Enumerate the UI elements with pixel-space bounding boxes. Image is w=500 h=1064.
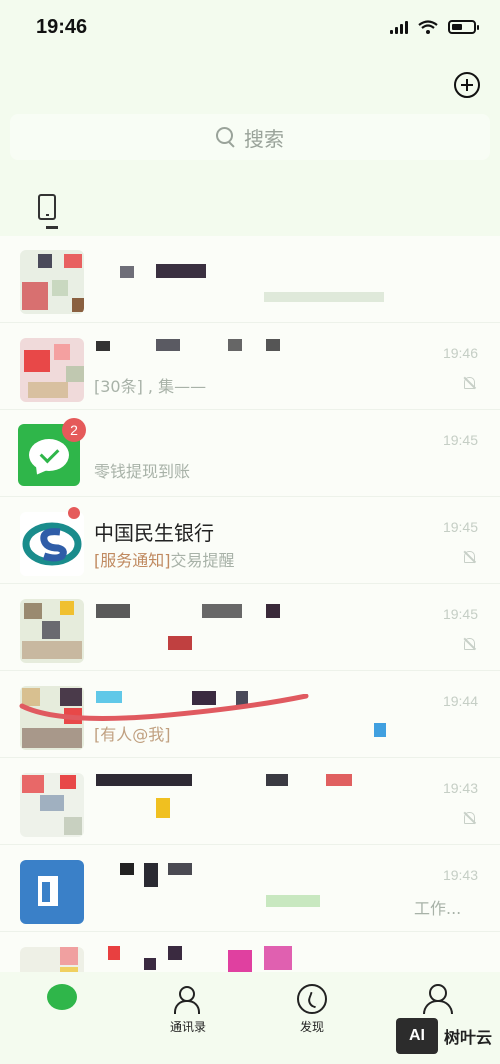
mosaic-block bbox=[264, 946, 292, 970]
mosaic-block bbox=[156, 264, 206, 278]
bank-logo-icon bbox=[22, 522, 82, 566]
mosaic-block bbox=[156, 798, 170, 818]
tab-discover[interactable]: 发现 bbox=[272, 984, 352, 1035]
mosaic-block bbox=[144, 863, 158, 887]
mosaic-block bbox=[168, 863, 192, 875]
chats-icon bbox=[47, 984, 77, 1010]
contacts-icon bbox=[173, 984, 203, 1014]
chat-time: 19:46 bbox=[442, 345, 478, 361]
chat-preview: 零钱提现到账 bbox=[94, 462, 191, 481]
mosaic-block bbox=[228, 339, 242, 351]
chat-row[interactable]: 19:43 bbox=[0, 758, 500, 845]
mosaic-block bbox=[120, 266, 134, 278]
status-time: 19:46 bbox=[36, 16, 88, 38]
battery-icon bbox=[448, 20, 479, 34]
mosaic-block bbox=[228, 950, 252, 972]
avatar bbox=[20, 947, 84, 972]
avatar bbox=[20, 599, 84, 663]
tab-label: 发现 bbox=[299, 1020, 324, 1034]
avatar bbox=[20, 250, 84, 314]
chat-row[interactable]: 中国民生银行 19:45 [服务通知]交易提醒 bbox=[0, 497, 500, 584]
mosaic-block bbox=[202, 604, 242, 618]
wifi-icon bbox=[418, 20, 438, 34]
chat-row[interactable]: 2 19:45 零钱提现到账 bbox=[0, 410, 500, 497]
chat-row[interactable] bbox=[0, 236, 500, 323]
mosaic-block bbox=[96, 774, 192, 786]
mosaic-block bbox=[108, 946, 120, 960]
tab-me[interactable] bbox=[396, 984, 476, 1014]
device-indicator bbox=[46, 226, 58, 229]
chat-preview: 交易提醒 bbox=[170, 551, 235, 570]
chat-name: 中国民生银行 bbox=[94, 521, 214, 545]
chat-preview: [30条] , 集—— bbox=[94, 377, 207, 396]
mosaic-block bbox=[96, 604, 130, 618]
mosaic-block bbox=[266, 774, 288, 786]
mute-icon bbox=[462, 636, 476, 652]
chat-preview: 工作... bbox=[414, 899, 462, 918]
mosaic-block bbox=[96, 341, 110, 351]
unread-badge: 2 bbox=[62, 418, 86, 442]
chat-row[interactable]: 19:43 工作... bbox=[0, 845, 500, 932]
add-button[interactable] bbox=[454, 72, 480, 98]
chat-time: 19:43 bbox=[442, 780, 478, 796]
wechat-pay-icon bbox=[29, 439, 69, 471]
unread-dot bbox=[68, 507, 80, 519]
avatar bbox=[20, 773, 84, 837]
red-underline-annotation bbox=[19, 694, 309, 721]
chat-preview-wrap: [服务通知]交易提醒 bbox=[94, 547, 235, 571]
bank-avatar bbox=[20, 512, 84, 576]
avatar bbox=[20, 338, 84, 402]
device-icon[interactable] bbox=[38, 194, 56, 220]
mosaic-block bbox=[266, 339, 280, 351]
mute-icon bbox=[462, 810, 476, 826]
chat-row[interactable]: 19:46 [30条] , 集—— bbox=[0, 323, 500, 410]
mosaic-block bbox=[266, 895, 320, 907]
search-label: 搜索 bbox=[244, 126, 284, 151]
chat-row[interactable]: 19:45 bbox=[0, 584, 500, 671]
mosaic-block bbox=[168, 636, 192, 650]
tab-bar: 通讯录 发现 AI 树叶云 bbox=[0, 972, 500, 1064]
chat-time: 19:45 bbox=[442, 432, 478, 448]
chat-time: 19:45 bbox=[442, 519, 478, 535]
mosaic-block bbox=[374, 723, 386, 737]
mosaic-block bbox=[266, 604, 280, 618]
search-bar[interactable]: 搜索 bbox=[10, 114, 490, 160]
discover-icon bbox=[297, 984, 327, 1014]
tab-label: 通讯录 bbox=[169, 1020, 206, 1034]
avatar bbox=[20, 860, 84, 924]
chat-time: 19:44 bbox=[442, 693, 478, 709]
mute-icon bbox=[462, 375, 476, 391]
me-icon bbox=[421, 984, 453, 1014]
mosaic-block bbox=[168, 946, 182, 960]
watermark-logo: AI bbox=[395, 1018, 438, 1054]
mute-icon bbox=[462, 549, 476, 565]
chat-time: 19:43 bbox=[442, 867, 478, 883]
mosaic-block bbox=[326, 774, 352, 786]
mosaic-block bbox=[144, 958, 156, 970]
chat-row[interactable] bbox=[0, 932, 500, 972]
mosaic-block bbox=[156, 339, 180, 351]
tab-chats[interactable] bbox=[22, 984, 102, 1010]
service-tag: [服务通知] bbox=[94, 551, 171, 570]
watermark-text: 树叶云 bbox=[443, 1028, 492, 1047]
chat-list: 19:46 [30条] , 集—— 2 19:45 零钱提现到账 中国民生银行 … bbox=[0, 236, 500, 972]
mosaic-block bbox=[120, 863, 134, 875]
status-bar: 19:46 bbox=[0, 0, 500, 60]
search-icon bbox=[216, 127, 236, 147]
watermark: AI 树叶云 bbox=[395, 1018, 492, 1054]
signal-icon bbox=[390, 20, 408, 34]
status-icons bbox=[390, 20, 479, 34]
chat-time: 19:45 bbox=[442, 606, 478, 622]
tab-contacts[interactable]: 通讯录 bbox=[148, 984, 228, 1035]
mosaic-block bbox=[264, 292, 384, 302]
